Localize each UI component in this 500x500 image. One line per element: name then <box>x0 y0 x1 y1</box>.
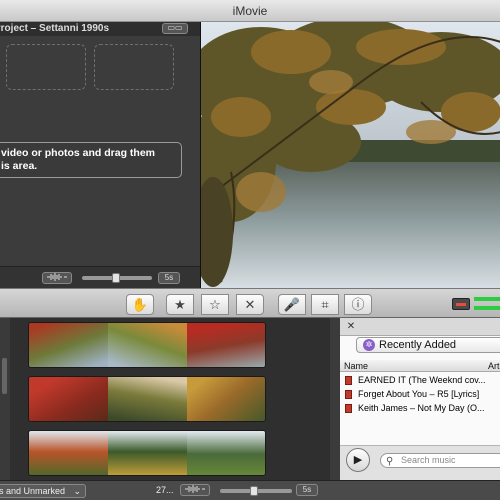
music-browser-header: ✕ <box>340 318 500 336</box>
clip-frame <box>29 323 108 367</box>
event-library-edge[interactable] <box>0 318 10 480</box>
clip-frame <box>187 431 265 475</box>
clip-filmstrip[interactable] <box>28 376 266 422</box>
reject-button[interactable]: ✕ <box>236 294 264 315</box>
music-search-input[interactable]: ⚲ Search music <box>380 453 500 468</box>
clip-frame <box>187 323 265 367</box>
hand-import-icon: ✋ <box>131 297 149 312</box>
video-preview-frame <box>201 22 500 288</box>
song-list-header: Name Arti <box>340 360 500 372</box>
project-title: Project – Settanni 1990s <box>0 23 110 34</box>
audio-file-icon <box>345 404 352 413</box>
smart-playlist-icon: ✲ <box>363 339 375 351</box>
chevron-down-icon: ⌄ <box>73 486 81 496</box>
clip-count: 27... <box>156 485 174 495</box>
clip-frame <box>108 323 187 367</box>
clip-placeholder <box>6 44 86 90</box>
project-menu-button[interactable]: ▭▭ <box>162 23 188 34</box>
drag-hint-box: video or photos and drag them is area. <box>0 142 182 178</box>
audio-waveform-button[interactable] <box>180 484 210 496</box>
mark-favorite-button[interactable]: ★ <box>166 294 194 315</box>
play-icon: ▶ <box>353 454 363 466</box>
browser-bottom-bar: s and Unmarked ⌄ 27... 5s <box>0 480 500 500</box>
window-title: iMovie <box>232 4 268 18</box>
clip-filter-label: s and Unmarked <box>0 486 66 496</box>
microphone-icon: 🎤 <box>283 297 301 312</box>
clip-frame <box>29 431 108 475</box>
column-header-artist[interactable]: Arti <box>488 361 500 371</box>
hint-line: video or photos and drag them <box>1 147 156 159</box>
hint-line: is area. <box>1 160 38 172</box>
audio-file-icon <box>345 390 352 399</box>
search-placeholder: Search music <box>401 455 456 465</box>
audio-toggle-button[interactable] <box>452 298 470 310</box>
clip-filmstrip[interactable] <box>28 322 266 368</box>
audio-meter-red <box>456 303 466 306</box>
voiceover-button[interactable]: 🎤 <box>278 294 306 315</box>
video-viewer[interactable] <box>200 22 500 288</box>
clip-duration-button[interactable]: 5s <box>158 272 180 284</box>
song-row[interactable]: Keith James – Not My Day (O... <box>340 402 500 415</box>
import-button[interactable]: ✋ <box>126 294 154 315</box>
clip-frame <box>108 377 187 421</box>
clip-frame <box>187 377 265 421</box>
search-icon: ⚲ <box>386 456 394 467</box>
clip-frame <box>108 431 187 475</box>
audio-meter-bar <box>474 297 500 301</box>
project-bottom-bar: 5s <box>0 266 200 288</box>
star-outline-icon: ☆ <box>209 297 221 312</box>
clip-filmstrip[interactable] <box>28 430 266 476</box>
clip-placeholder <box>94 44 174 90</box>
browser-divider <box>330 318 340 480</box>
audio-meter-bar <box>474 306 500 310</box>
scrollbar[interactable] <box>2 358 7 394</box>
unmark-button[interactable]: ☆ <box>201 294 229 315</box>
audio-waveform-button[interactable] <box>42 272 72 284</box>
close-icon[interactable]: ✕ <box>344 320 358 334</box>
thumbnail-size-slider-knob[interactable] <box>250 486 258 496</box>
music-source-select[interactable]: ✲ Recently Added <box>356 337 500 353</box>
event-clip-browser <box>10 318 330 480</box>
main-toolbar: ✋ ★ ☆ ✕ 🎤 ⌗ ⓘ <box>0 288 500 318</box>
project-pane: Project – Settanni 1990s ▭▭ video or pho… <box>0 22 200 288</box>
clip-frame <box>29 377 108 421</box>
audio-file-icon <box>345 376 352 385</box>
inspector-button[interactable]: ⓘ <box>344 294 372 315</box>
song-title: EARNED IT (The Weeknd cov... <box>358 375 486 385</box>
star-filled-icon: ★ <box>174 297 186 312</box>
info-icon: ⓘ <box>351 297 365 312</box>
play-button[interactable]: ▶ <box>346 448 370 472</box>
music-source-label: Recently Added <box>379 339 457 351</box>
crop-icon: ⌗ <box>321 297 329 312</box>
x-icon: ✕ <box>244 297 256 312</box>
song-row[interactable]: Forget About You – R5 [Lyrics] <box>340 388 500 401</box>
clip-duration-button[interactable]: 5s <box>296 484 318 496</box>
song-title: Keith James – Not My Day (O... <box>358 403 485 413</box>
clip-filter-select[interactable]: s and Unmarked ⌄ <box>0 484 86 498</box>
project-header: Project – Settanni 1990s ▭▭ <box>0 22 200 36</box>
song-title: Forget About You – R5 [Lyrics] <box>358 389 480 399</box>
crop-button[interactable]: ⌗ <box>311 294 339 315</box>
title-bar: iMovie <box>0 0 500 22</box>
column-header-name[interactable]: Name <box>344 361 368 371</box>
song-row[interactable]: EARNED IT (The Weeknd cov... <box>340 374 500 387</box>
zoom-slider-knob[interactable] <box>112 273 120 283</box>
